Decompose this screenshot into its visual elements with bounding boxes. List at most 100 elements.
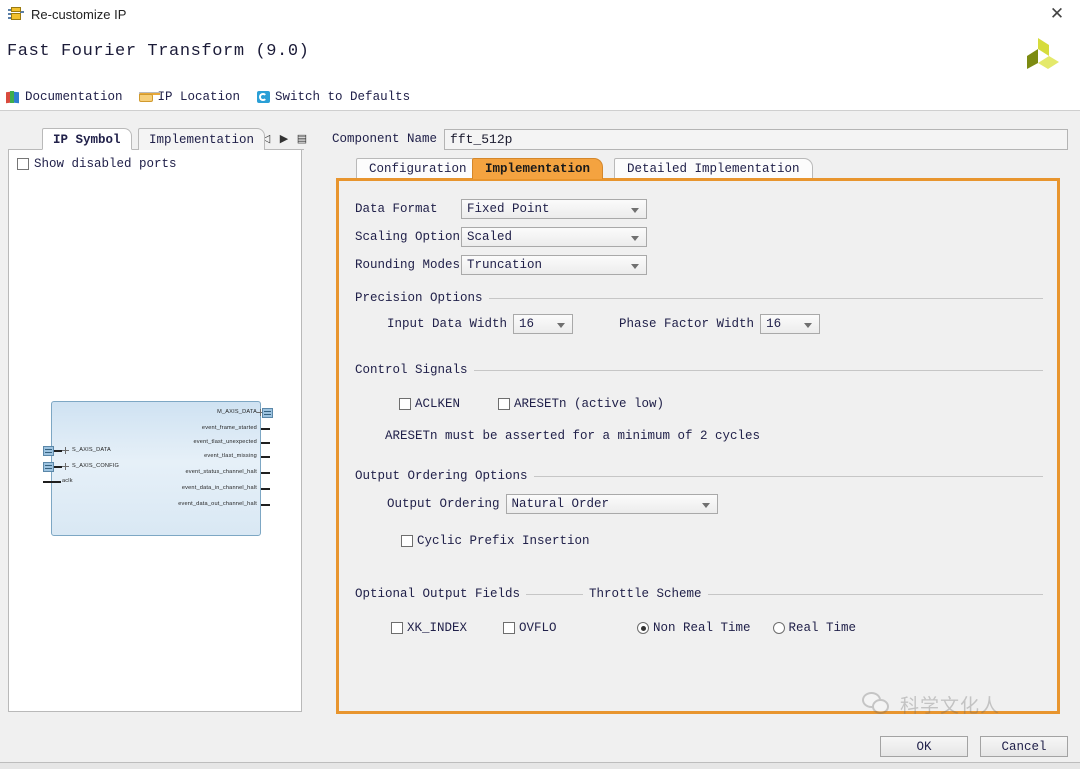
scaling-options-select[interactable]: Scaled bbox=[461, 227, 647, 247]
optional-output-fields-title: Optional Output Fields bbox=[355, 587, 520, 601]
real-time-radio[interactable]: Real Time bbox=[773, 621, 857, 635]
ip-location-link[interactable]: IP Location bbox=[139, 90, 241, 104]
port-label-event-frame-started: event_frame_started bbox=[202, 425, 257, 431]
folder-icon bbox=[139, 90, 154, 104]
tab-implementation[interactable]: Implementation bbox=[472, 158, 603, 179]
port-label-event-data-in-channel-halt: event_data_in_channel_halt bbox=[182, 485, 257, 491]
chevron-down-icon bbox=[631, 208, 639, 213]
xilinx-logo bbox=[1016, 36, 1060, 76]
close-icon[interactable]: ✕ bbox=[1034, 0, 1080, 28]
bus-connector-s-axis-data bbox=[43, 446, 54, 456]
port-label-event-status-channel-halt: event_status_channel_halt bbox=[185, 469, 257, 475]
input-data-width-select[interactable]: 16 bbox=[513, 314, 573, 334]
scaling-options-row: Scaling Options Scaled bbox=[355, 227, 647, 247]
control-signals-title: Control Signals bbox=[355, 363, 468, 377]
tab-configuration[interactable]: Configuration bbox=[356, 158, 480, 179]
bus-connector-m-axis-data bbox=[262, 408, 273, 418]
aclken-label: ACLKEN bbox=[415, 397, 460, 411]
checkbox-box bbox=[399, 398, 411, 410]
group-divider bbox=[534, 476, 1043, 477]
expand-icon-s-axis-data[interactable] bbox=[62, 447, 69, 454]
implementation-panel: Data Format Fixed Point Scaling Options … bbox=[336, 178, 1060, 714]
cyclic-prefix-checkbox[interactable]: Cyclic Prefix Insertion bbox=[401, 534, 590, 548]
next-tab-icon[interactable]: ▶ bbox=[276, 130, 292, 146]
component-name-input[interactable]: fft_512p bbox=[444, 129, 1068, 150]
non-real-time-radio[interactable]: Non Real Time bbox=[637, 621, 751, 635]
throttle-scheme-title: Throttle Scheme bbox=[589, 587, 702, 601]
cyclic-prefix-row: Cyclic Prefix Insertion bbox=[401, 534, 590, 548]
rounding-modes-value: Truncation bbox=[467, 258, 542, 272]
non-real-time-label: Non Real Time bbox=[653, 621, 751, 635]
watermark: 科学文化人 bbox=[862, 686, 1072, 722]
chevron-down-icon bbox=[631, 236, 639, 241]
aresetn-note: ARESETn must be asserted for a minimum o… bbox=[385, 429, 760, 443]
throttle-radio-row: Non Real Time Real Time bbox=[637, 621, 856, 635]
ip-symbol-canvas: Show disabled ports S_AXIS_DATA S_AXIS_C… bbox=[8, 150, 302, 712]
group-divider bbox=[708, 594, 1043, 595]
checkbox-box bbox=[17, 158, 29, 170]
port-label-s-axis-config: S_AXIS_CONFIG bbox=[72, 463, 119, 469]
rounding-modes-row: Rounding Modes Truncation bbox=[355, 255, 647, 275]
wechat-icon bbox=[862, 691, 896, 717]
output-ordering-title: Output Ordering Options bbox=[355, 469, 528, 483]
switch-to-defaults-label: Switch to Defaults bbox=[275, 90, 410, 104]
aresetn-checkbox[interactable]: ARESETn (active low) bbox=[498, 397, 664, 411]
ip-symbol-panel: IP Symbol Implementation ◁ ▶ ▤ Show disa… bbox=[8, 126, 304, 714]
port-label-event-tlast-missing: event_tlast_missing bbox=[204, 453, 257, 459]
phase-factor-width-label: Phase Factor Width bbox=[619, 317, 754, 331]
ip-header: Fast Fourier Transform (9.0) bbox=[0, 28, 1080, 84]
tab-implementation-left[interactable]: Implementation bbox=[138, 128, 265, 150]
show-disabled-ports-checkbox[interactable]: Show disabled ports bbox=[17, 157, 177, 171]
switch-to-defaults-link[interactable]: Switch to Defaults bbox=[256, 90, 410, 104]
wire-event-status-channel-halt bbox=[261, 472, 270, 474]
input-data-width-label: Input Data Width bbox=[387, 317, 507, 331]
output-ordering-select[interactable]: Natural Order bbox=[506, 494, 718, 514]
port-label-aclk: aclk bbox=[62, 478, 73, 484]
data-format-select[interactable]: Fixed Point bbox=[461, 199, 647, 219]
tab-list-icon[interactable]: ▤ bbox=[294, 130, 310, 146]
precision-options-group: Precision Options bbox=[355, 291, 1043, 305]
ip-location-label: IP Location bbox=[158, 90, 241, 104]
ok-button[interactable]: OK bbox=[880, 736, 968, 757]
phase-factor-width-select[interactable]: 16 bbox=[760, 314, 820, 334]
page-title: Fast Fourier Transform (9.0) bbox=[7, 42, 309, 61]
wire-aclk bbox=[43, 481, 61, 483]
rounding-modes-label: Rounding Modes bbox=[355, 258, 461, 272]
group-divider bbox=[526, 594, 583, 595]
cancel-button[interactable]: Cancel bbox=[980, 736, 1068, 757]
output-ordering-group: Output Ordering Options bbox=[355, 469, 1043, 483]
ovflo-label: OVFLO bbox=[519, 621, 557, 635]
chevron-down-icon bbox=[702, 503, 710, 508]
data-format-label: Data Format bbox=[355, 202, 461, 216]
output-ordering-label: Output Ordering bbox=[387, 497, 500, 511]
wire-event-tlast-unexpected bbox=[261, 442, 270, 444]
checkbox-box bbox=[391, 622, 403, 634]
port-label-s-axis-data: S_AXIS_DATA bbox=[72, 447, 111, 453]
xk-index-label: XK_INDEX bbox=[407, 621, 467, 635]
tab-ip-symbol[interactable]: IP Symbol bbox=[42, 128, 132, 150]
tab-detailed-implementation[interactable]: Detailed Implementation bbox=[614, 158, 813, 179]
ovflo-checkbox[interactable]: OVFLO bbox=[503, 621, 557, 635]
rounding-modes-select[interactable]: Truncation bbox=[461, 255, 647, 275]
input-data-width-row: Input Data Width 16 Phase Factor Width 1… bbox=[387, 314, 820, 334]
scaling-options-value: Scaled bbox=[467, 230, 512, 244]
watermark-text: 科学文化人 bbox=[900, 691, 1000, 718]
xk-index-checkbox[interactable]: XK_INDEX bbox=[391, 621, 467, 635]
checkbox-box bbox=[498, 398, 510, 410]
group-divider bbox=[474, 370, 1043, 371]
data-format-value: Fixed Point bbox=[467, 202, 550, 216]
port-label-event-data-out-channel-halt: event_data_out_channel_halt bbox=[178, 501, 257, 507]
aclken-checkbox[interactable]: ACLKEN bbox=[399, 397, 460, 411]
control-checkbox-row: ACLKEN ARESETn (active low) bbox=[399, 397, 664, 411]
ip-symbol-diagram: S_AXIS_DATA S_AXIS_CONFIG aclk M_AXIS_DA… bbox=[43, 401, 273, 536]
wire-event-data-out-channel-halt bbox=[261, 504, 270, 506]
wire-event-data-in-channel-halt bbox=[261, 488, 270, 490]
throttle-scheme-group: Throttle Scheme bbox=[589, 587, 1043, 601]
expand-icon-s-axis-config[interactable] bbox=[62, 463, 69, 470]
documentation-link[interactable]: Documentation bbox=[6, 90, 123, 104]
phase-factor-width-value: 16 bbox=[766, 317, 781, 331]
output-ordering-value: Natural Order bbox=[512, 497, 610, 511]
scaling-options-label: Scaling Options bbox=[355, 230, 461, 244]
window-title: Re-customize IP bbox=[31, 7, 126, 22]
real-time-label: Real Time bbox=[789, 621, 857, 635]
